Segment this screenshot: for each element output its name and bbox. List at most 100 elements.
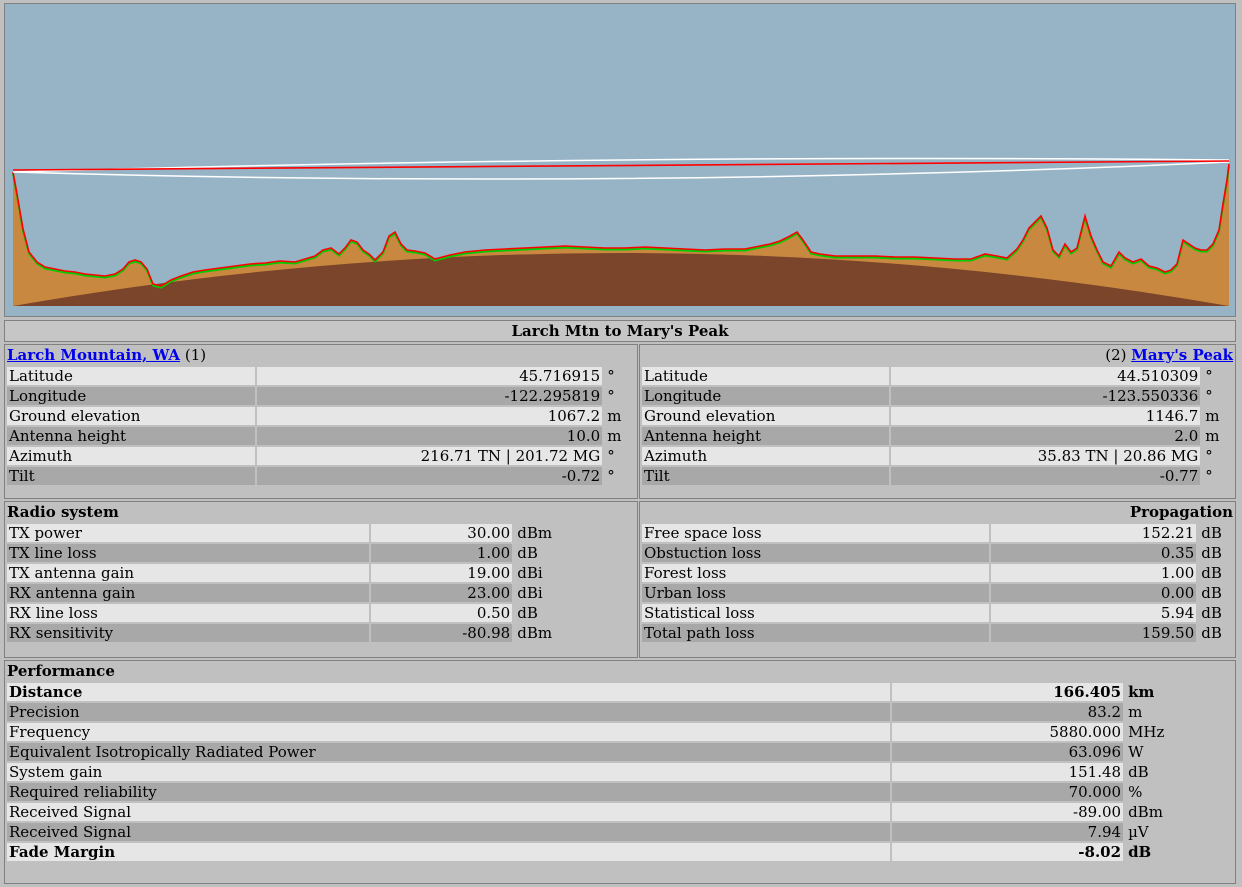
row-unit: m [1205, 427, 1220, 445]
row-label: Tilt [642, 467, 890, 485]
row-label: RX line loss [7, 604, 369, 622]
radio-row: TX line loss 1.00 dB [7, 544, 637, 562]
row-label: Ground elevation [642, 407, 890, 425]
site1-link[interactable]: Larch Mountain, WA [7, 346, 180, 364]
row-value: 152.21 [990, 524, 1197, 542]
row-value: -89.00 [891, 803, 1124, 821]
row-unit: m [607, 407, 622, 425]
row-label: Distance [7, 683, 890, 701]
row-label: Equivalent Isotropically Radiated Power [7, 743, 890, 761]
link-title: Larch Mtn to Mary's Peak [4, 320, 1236, 342]
row-unit: ° [1205, 467, 1213, 485]
row-label: Frequency [7, 723, 890, 741]
row-unit: ° [607, 467, 615, 485]
propagation-row: Forest loss 1.00 dB [642, 564, 1233, 582]
row-label: RX sensitivity [7, 624, 369, 642]
site1-row: Longitude -122.295819 ° [7, 387, 635, 405]
row-value: 45.716915 [257, 367, 603, 385]
row-value: 216.71 TN | 201.72 MG [257, 447, 603, 465]
site1-header: Larch Mountain, WA (1) [5, 345, 637, 365]
performance-row: System gain 151.48 dB [7, 763, 1233, 781]
site2-row: Antenna height 2.0 m [642, 427, 1233, 445]
site2-row: Latitude 44.510309 ° [642, 367, 1233, 385]
row-value: 1.00 [990, 564, 1197, 582]
performance-row: Received Signal 7.94 µV [7, 823, 1233, 841]
site1-table: Latitude 45.716915 ° Longitude -122.295819 ° G… [5, 365, 637, 487]
row-value: 23.00 [370, 584, 513, 602]
row-unit: ° [1205, 387, 1213, 405]
row-value: 1.00 [370, 544, 513, 562]
row-unit: dBi [517, 584, 543, 602]
performance-panel: Performance Distance 166.405 km Precision 83… [4, 660, 1236, 884]
row-label: Tilt [7, 467, 256, 485]
row-label: TX line loss [7, 544, 369, 562]
row-value: 1146.7 [891, 407, 1201, 425]
row-value: 30.00 [370, 524, 513, 542]
profile-graphic [5, 4, 1235, 316]
row-label: Received Signal [7, 803, 890, 821]
row-unit: dBm [1128, 803, 1163, 821]
row-label: Statistical loss [642, 604, 989, 622]
row-label: Obstuction loss [642, 544, 989, 562]
row-label: Ground elevation [7, 407, 256, 425]
row-label: System gain [7, 763, 890, 781]
row-value: 0.50 [370, 604, 513, 622]
row-value: 166.405 [891, 683, 1124, 701]
site2-table: Latitude 44.510309 ° Longitude -123.550336 ° G… [640, 365, 1235, 487]
performance-row: Fade Margin -8.02 dB [7, 843, 1233, 861]
row-unit: dB [517, 604, 538, 622]
propagation-title: Propagation [1129, 503, 1233, 521]
performance-table: Distance 166.405 km Precision 83.2 m Frequency… [5, 681, 1235, 863]
row-label: Azimuth [7, 447, 256, 465]
row-label: Forest loss [642, 564, 989, 582]
performance-row: Equivalent Isotropically Radiated Power 6… [7, 743, 1233, 761]
row-value: 19.00 [370, 564, 513, 582]
radio-row: RX sensitivity -80.98 dBm [7, 624, 637, 642]
row-unit: dB [1201, 604, 1222, 622]
row-unit: ° [1205, 447, 1213, 465]
row-unit: % [1128, 783, 1143, 801]
row-value: 35.83 TN | 20.86 MG [891, 447, 1201, 465]
row-value: -122.295819 [257, 387, 603, 405]
row-unit: ° [607, 367, 615, 385]
row-label: Free space loss [642, 524, 989, 542]
site1-row: Tilt -0.72 ° [7, 467, 635, 485]
performance-row: Precision 83.2 m [7, 703, 1233, 721]
row-label: Antenna height [7, 427, 256, 445]
row-value: -80.98 [370, 624, 513, 642]
radio-table: TX power 30.00 dBm TX line loss 1.00 dB TX ant… [5, 522, 639, 644]
row-label: Fade Margin [7, 843, 890, 861]
row-unit: km [1128, 683, 1155, 701]
row-label: Total path loss [642, 624, 989, 642]
row-unit: dB [1128, 843, 1152, 861]
site2-row: Longitude -123.550336 ° [642, 387, 1233, 405]
site2-panel: (2) Mary's Peak Latitude 44.510309 ° Longit… [639, 344, 1236, 499]
row-unit: µV [1128, 823, 1149, 841]
row-value: 2.0 [891, 427, 1201, 445]
performance-row: Required reliability 70.000% [7, 783, 1233, 801]
row-value: 83.2 [891, 703, 1124, 721]
row-value: 0.00 [990, 584, 1197, 602]
row-value: -0.77 [891, 467, 1201, 485]
row-label: Latitude [7, 367, 256, 385]
row-value: 5880.000 [891, 723, 1124, 741]
performance-title: Performance [7, 662, 115, 680]
row-unit: m [607, 427, 622, 445]
row-label: TX antenna gain [7, 564, 369, 582]
row-label: Longitude [642, 387, 890, 405]
propagation-panel: Propagation Free space loss 152.21 dB Obstu… [639, 501, 1236, 658]
site1-row: Azimuth 216.71 TN | 201.72 MG ° [7, 447, 635, 465]
row-label: Required reliability [7, 783, 890, 801]
row-unit: dB [1201, 544, 1222, 562]
performance-row: Frequency 5880.000 MHz [7, 723, 1233, 741]
row-unit: dBm [517, 524, 553, 542]
row-value: 159.50 [990, 624, 1197, 642]
row-unit: dBm [517, 624, 553, 642]
row-value: 10.0 [257, 427, 603, 445]
site1-row: Antenna height 10.0 m [7, 427, 635, 445]
site2-link[interactable]: Mary's Peak [1131, 346, 1233, 364]
row-value: 7.94 [891, 823, 1124, 841]
row-unit: dB [517, 544, 538, 562]
site1-row: Ground elevation 1067.2 m [7, 407, 635, 425]
row-unit: dB [1201, 624, 1222, 642]
